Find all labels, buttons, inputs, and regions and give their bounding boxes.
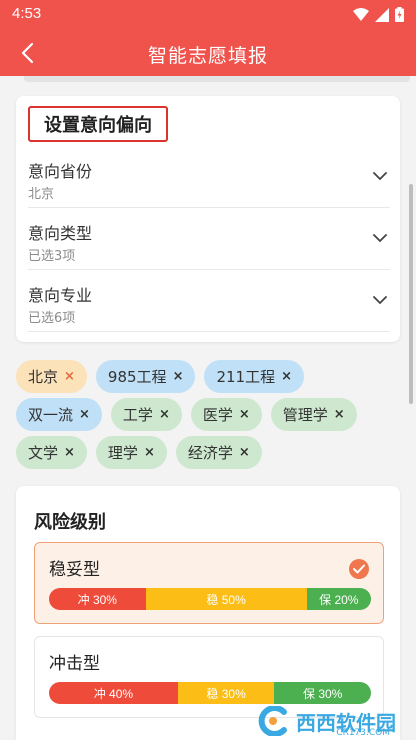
setting-row-type[interactable]: 意向类型 已选3项 xyxy=(28,208,390,270)
tag-label: 文学 xyxy=(28,444,59,462)
tag-management: 管理学 × xyxy=(270,398,357,431)
watermark: 西西软件园 CR173.COM xyxy=(256,706,396,738)
tag-label: 理学 xyxy=(107,444,138,462)
tag-label: 经济学 xyxy=(187,444,233,462)
wifi-icon xyxy=(353,7,369,21)
ratio-bar: 冲 30% 稳 50% 保 20% xyxy=(49,588,371,610)
tag-remove-icon[interactable]: × xyxy=(281,369,292,384)
tag-remove-icon[interactable]: × xyxy=(64,445,75,460)
ratio-bar: 冲 40% 稳 30% 保 30% xyxy=(49,682,371,704)
tag-remove-icon[interactable]: × xyxy=(239,445,250,460)
tag-985: 985工程 × xyxy=(95,360,196,393)
page-title: 智能志愿填报 xyxy=(147,45,268,67)
ratio-segment-safe: 保 20% xyxy=(306,588,371,610)
content-scroll-area[interactable]: 设置意向偏向 意向省份 北京 意向类型 已选3项 意向专业 已选6项 北京 × 9… xyxy=(0,76,416,740)
check-icon xyxy=(349,559,369,579)
status-time: 4:53 xyxy=(12,5,42,22)
ratio-segment-rush: 冲 30% xyxy=(49,588,146,610)
cellular-icon xyxy=(375,7,389,22)
setting-value: 已选3项 xyxy=(28,249,76,264)
setting-value: 北京 xyxy=(28,187,55,202)
tag-economics: 经济学 × xyxy=(175,436,262,469)
tag-remove-icon[interactable]: × xyxy=(173,369,184,384)
tag-remove-icon[interactable]: × xyxy=(79,407,90,422)
tag-literature: 文学 × xyxy=(16,436,87,469)
settings-title-highlight: 设置意向偏向 xyxy=(28,106,168,142)
chevron-down-icon xyxy=(373,234,387,243)
chevron-down-icon xyxy=(373,296,387,305)
tag-label: 211工程 xyxy=(216,368,276,386)
risk-option-steady[interactable]: 稳妥型 冲 30% 稳 50% 保 20% xyxy=(34,542,384,624)
tag-beijing: 北京 × xyxy=(16,360,87,393)
risk-title: 风险级别 xyxy=(34,512,106,533)
tag-label: 双一流 xyxy=(28,406,74,424)
settings-title: 设置意向偏向 xyxy=(44,115,152,136)
status-bar: 4:53 xyxy=(0,0,416,30)
setting-label: 意向专业 xyxy=(28,286,93,305)
risk-option-name: 冲击型 xyxy=(49,654,100,674)
setting-value: 已选6项 xyxy=(28,311,76,326)
tag-row: 文学 × 理学 × 经济学 × xyxy=(16,436,262,469)
tag-remove-icon[interactable]: × xyxy=(239,407,250,422)
ratio-segment-rush: 冲 40% xyxy=(49,682,178,704)
ratio-segment-steady: 稳 50% xyxy=(145,588,307,610)
tag-label: 管理学 xyxy=(282,406,328,424)
previous-card-edge xyxy=(24,76,410,82)
tag-211: 211工程 × xyxy=(204,360,305,393)
tag-double-first-class: 双一流 × xyxy=(16,398,102,431)
risk-option-name: 稳妥型 xyxy=(49,560,100,580)
intention-settings-card: 设置意向偏向 意向省份 北京 意向类型 已选3项 意向专业 已选6项 xyxy=(16,96,400,342)
watermark-logo-icon xyxy=(258,706,287,736)
risk-level-card: 风险级别 稳妥型 冲 30% 稳 50% 保 20% 冲击型 冲 40% 稳 3… xyxy=(16,486,400,740)
battery-icon xyxy=(395,7,404,22)
scrollbar[interactable] xyxy=(409,184,413,404)
tag-medicine: 医学 × xyxy=(190,398,262,431)
ratio-segment-safe: 保 30% xyxy=(274,682,371,704)
chevron-down-icon xyxy=(373,172,387,181)
setting-label: 意向省份 xyxy=(28,162,93,181)
tag-label: 北京 xyxy=(28,368,59,386)
tag-remove-icon[interactable]: × xyxy=(144,445,155,460)
ratio-segment-steady: 稳 30% xyxy=(177,682,275,704)
tag-remove-icon[interactable]: × xyxy=(64,369,75,384)
setting-row-province[interactable]: 意向省份 北京 xyxy=(28,146,390,208)
status-icons xyxy=(353,7,404,22)
tag-remove-icon[interactable]: × xyxy=(159,407,170,422)
tag-engineering: 工学 × xyxy=(110,398,182,431)
watermark-sub: CR173.COM xyxy=(336,728,390,738)
app-bar: 智能志愿填报 xyxy=(0,30,416,76)
tag-row: 双一流 × 工学 × 医学 × 管理学 × xyxy=(16,398,357,431)
tag-science: 理学 × xyxy=(95,436,167,469)
setting-row-major[interactable]: 意向专业 已选6项 xyxy=(28,270,390,332)
tag-remove-icon[interactable]: × xyxy=(334,407,345,422)
tag-label: 医学 xyxy=(202,406,233,424)
tag-label: 工学 xyxy=(122,406,153,424)
tag-row: 北京 × 985工程 × 211工程 × xyxy=(16,360,305,393)
tag-label: 985工程 xyxy=(107,368,167,386)
setting-label: 意向类型 xyxy=(28,224,93,243)
